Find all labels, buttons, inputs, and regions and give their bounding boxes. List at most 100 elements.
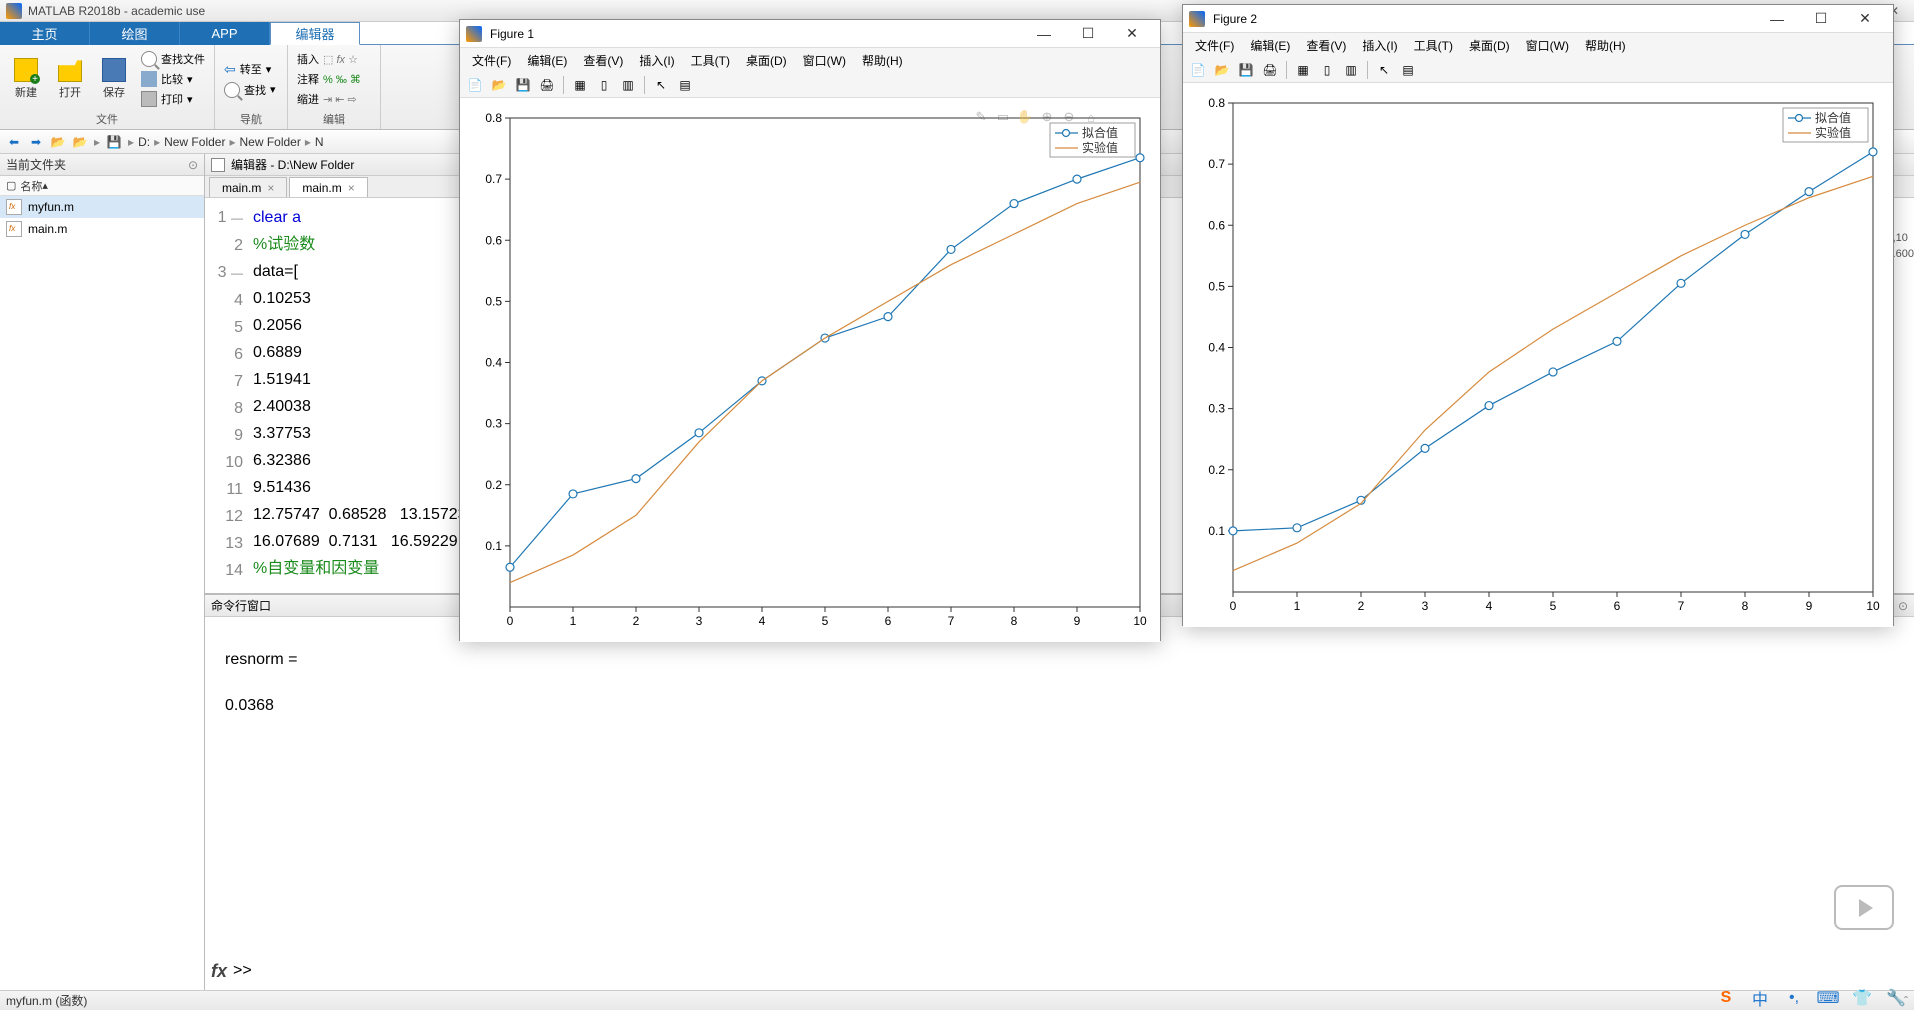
path-drive[interactable]: D:	[138, 135, 150, 149]
close-icon[interactable]: ×	[348, 181, 355, 195]
comment-button[interactable]: 注释 % ‰ ⌘	[294, 70, 374, 88]
figure-menu-item[interactable]: 窗口(W)	[1518, 34, 1577, 57]
svg-text:3: 3	[696, 614, 703, 628]
figure-menu-item[interactable]: 插入(I)	[1354, 34, 1405, 57]
ime-keyboard-icon[interactable]: ⌨	[1818, 988, 1838, 1008]
goto-button[interactable]: ⇦转至 ▾	[221, 60, 281, 79]
figure-menu-item[interactable]: 桌面(D)	[1461, 34, 1518, 57]
maximize-button[interactable]: ☐	[1799, 6, 1843, 32]
new-button[interactable]: 新建	[6, 49, 46, 109]
ime-sogou-icon[interactable]: S	[1716, 988, 1736, 1008]
findfiles-button[interactable]: 查找文件	[138, 50, 208, 68]
close-icon[interactable]: ×	[267, 181, 274, 195]
figure-menu-item[interactable]: 查看(V)	[1298, 34, 1354, 57]
svg-text:1: 1	[570, 614, 577, 628]
figure-menu-item[interactable]: 编辑(E)	[1242, 34, 1298, 57]
ime-punct-icon[interactable]: •,	[1784, 988, 1804, 1008]
ribbon-tab-plots[interactable]: 绘图	[90, 22, 180, 45]
nav-back-button[interactable]: ⬅	[4, 133, 24, 151]
zoomout-icon[interactable]: ⊖	[1060, 108, 1078, 126]
fig-print-icon[interactable]: 🖨	[1259, 60, 1281, 80]
fig-layout2-icon[interactable]: ▥	[1340, 60, 1362, 80]
figure-menu-item[interactable]: 文件(F)	[464, 49, 519, 72]
figure-menu-item[interactable]: 工具(T)	[1406, 34, 1461, 57]
fig-insert-icon[interactable]: ▤	[1397, 60, 1419, 80]
ime-tool-icon[interactable]: 🔧	[1886, 988, 1906, 1008]
ime-skin-icon[interactable]: 👕	[1852, 988, 1872, 1008]
close-button[interactable]: ✕	[1843, 6, 1887, 32]
figure-titlebar[interactable]: Figure 1 — ☐ ✕	[460, 20, 1160, 48]
ribbon-tab-home[interactable]: 主页	[0, 22, 90, 45]
home-icon[interactable]: ⌂	[1082, 108, 1100, 126]
close-button[interactable]: ✕	[1110, 21, 1154, 47]
maximize-button[interactable]: ☐	[1066, 21, 1110, 47]
figure-menu-item[interactable]: 编辑(E)	[519, 49, 575, 72]
fig-pointer-icon[interactable]: ↖	[650, 75, 672, 95]
fig-new-icon[interactable]: 📄	[464, 75, 486, 95]
fig-save-icon[interactable]: 💾	[1235, 60, 1257, 80]
fig-open-icon[interactable]: 📂	[1211, 60, 1233, 80]
nav-fwd-button[interactable]: ➡	[26, 133, 46, 151]
save-button[interactable]: 保存	[94, 49, 134, 109]
fig-insert-icon[interactable]: ▤	[674, 75, 696, 95]
nav-up2-button[interactable]: 📂	[70, 133, 90, 151]
figure-menu-item[interactable]: 文件(F)	[1187, 34, 1242, 57]
figure-axes[interactable]: 0123456789100.10.20.30.40.50.60.70.8拟合值实…	[1183, 83, 1893, 627]
path-seg[interactable]: N	[315, 135, 324, 149]
figure-menu-item[interactable]: 帮助(H)	[854, 49, 911, 72]
filelist-column-header[interactable]: ▢名称 ▴	[0, 176, 204, 196]
ime-lang-icon[interactable]: 中	[1750, 988, 1770, 1008]
fig-datacursor-icon[interactable]: ▦	[569, 75, 591, 95]
figure-menu-item[interactable]: 插入(I)	[631, 49, 682, 72]
save-file-icon	[102, 58, 126, 82]
fig-layout1-icon[interactable]: ▯	[1316, 60, 1338, 80]
figure-menu-item[interactable]: 工具(T)	[683, 49, 738, 72]
file-item[interactable]: myfun.m	[0, 196, 204, 218]
fx-icon: fx	[211, 958, 227, 984]
indent-button[interactable]: 缩进 ⇥ ⇤ ⇨	[294, 90, 374, 108]
panel-dropdown-icon[interactable]: ⊙	[1898, 599, 1908, 613]
cmd-output: 0.0368	[225, 693, 1894, 719]
brush-icon[interactable]: ✎	[972, 108, 990, 126]
ribbon-tab-apps[interactable]: APP	[180, 22, 270, 45]
compare-button[interactable]: 比较 ▾	[138, 70, 208, 88]
drive-icon: 💾	[104, 133, 124, 151]
zoomin-icon[interactable]: ⊕	[1038, 108, 1056, 126]
path-seg[interactable]: New Folder	[239, 135, 300, 149]
pan-icon[interactable]: ✋	[1016, 108, 1034, 126]
minimize-button[interactable]: —	[1755, 6, 1799, 32]
figure-titlebar[interactable]: Figure 2 — ☐ ✕	[1183, 5, 1893, 33]
command-prompt[interactable]: fx >>	[211, 958, 252, 984]
command-window[interactable]: resnorm = 0.0368 fx >>	[205, 617, 1914, 990]
matlab-logo-icon	[1189, 11, 1205, 27]
ribbon-tab-editor[interactable]: 编辑器	[270, 22, 360, 45]
editor-tab[interactable]: main.m×	[209, 177, 287, 197]
fig-pointer-icon[interactable]: ↖	[1373, 60, 1395, 80]
open-button[interactable]: 打开	[50, 49, 90, 109]
fig-layout2-icon[interactable]: ▥	[617, 75, 639, 95]
fig-print-icon[interactable]: 🖨	[536, 75, 558, 95]
print-button[interactable]: 打印 ▾	[138, 90, 208, 108]
play-overlay-icon[interactable]	[1834, 885, 1894, 930]
figure-menu-item[interactable]: 帮助(H)	[1577, 34, 1634, 57]
fig-new-icon[interactable]: 📄	[1187, 60, 1209, 80]
path-seg[interactable]: New Folder	[164, 135, 225, 149]
nav-up-button[interactable]: 📂	[48, 133, 68, 151]
fig-layout1-icon[interactable]: ▯	[593, 75, 615, 95]
fig-open-icon[interactable]: 📂	[488, 75, 510, 95]
datatip-icon[interactable]: ▭	[994, 108, 1012, 126]
figure-menu-item[interactable]: 查看(V)	[575, 49, 631, 72]
insert-button[interactable]: 插入 ⬚ fx ☆	[294, 50, 374, 68]
find-button[interactable]: 查找 ▾	[221, 81, 281, 99]
panel-dropdown-icon[interactable]: ⊙	[188, 158, 198, 172]
minimize-button[interactable]: —	[1022, 21, 1066, 47]
figure-menu-item[interactable]: 桌面(D)	[738, 49, 795, 72]
figure-menu-item[interactable]: 窗口(W)	[795, 49, 854, 72]
file-item[interactable]: main.m	[0, 218, 204, 240]
figure-axes[interactable]: ✎ ▭ ✋ ⊕ ⊖ ⌂ 0123456789100.10.20.30.40.50…	[460, 98, 1160, 642]
svg-text:0.7: 0.7	[1208, 157, 1225, 171]
fig-datacursor-icon[interactable]: ▦	[1292, 60, 1314, 80]
fig-save-icon[interactable]: 💾	[512, 75, 534, 95]
editor-tab[interactable]: main.m×	[289, 177, 367, 197]
svg-text:0.8: 0.8	[485, 111, 502, 125]
